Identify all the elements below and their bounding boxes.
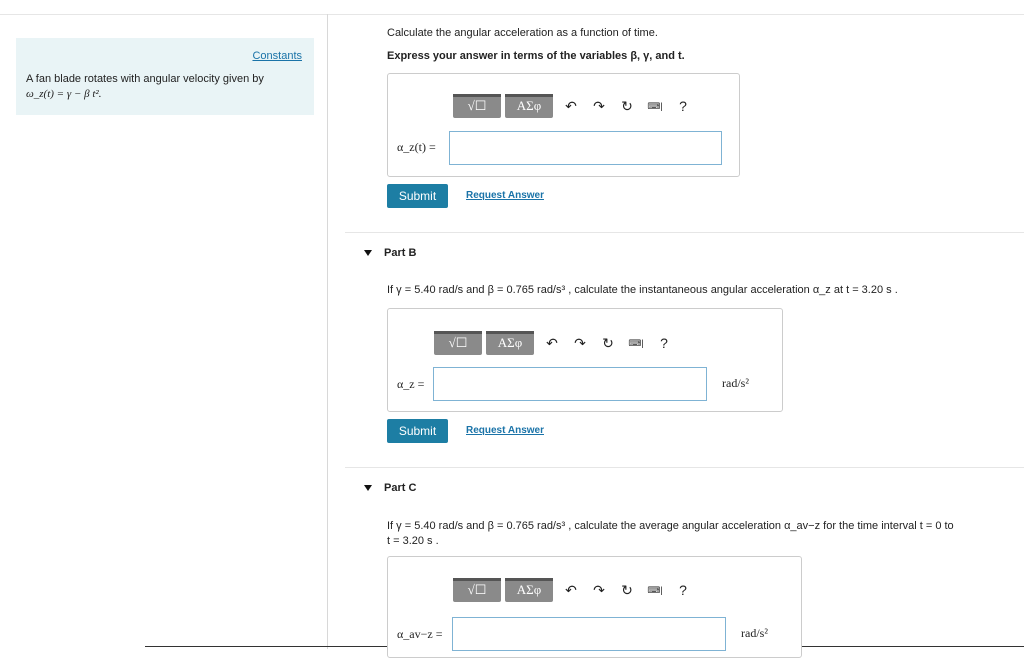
part-a-submit-button[interactable]: Submit [387,184,448,208]
constants-link[interactable]: Constants [252,50,302,62]
greek-label: ΑΣφ [516,582,542,597]
redo-icon[interactable]: ↷ [585,578,613,602]
part-a-answer-box: √☐ ΑΣφ ↶ ↷ ↻ ⌨| ? α_z(t) = [387,73,740,177]
part-a-input[interactable] [449,131,722,165]
part-a-toolbar: √☐ ΑΣφ ↶ ↷ ↻ ⌨| ? [453,94,697,118]
part-b-toolbar: √☐ ΑΣφ ↶ ↷ ↻ ⌨| ? [434,331,678,355]
collapse-triangle-icon [364,485,372,492]
help-label: ? [660,335,668,351]
greek-button[interactable]: ΑΣφ [505,94,553,118]
panel-divider [327,14,328,649]
part-c-input[interactable] [452,617,726,651]
keyboard-icon[interactable]: ⌨| [622,331,650,355]
greek-label: ΑΣφ [516,98,542,113]
part-a-instruction: Calculate the angular acceleration as a … [387,27,658,39]
problem-formula: ω_z(t) = γ − β t². [26,88,102,100]
keyboard-icon[interactable]: ⌨| [641,578,669,602]
problem-text: A fan blade rotates with angular velocit… [26,73,264,85]
part-b-submit-button[interactable]: Submit [387,419,448,443]
templates-label: √☐ [467,98,487,113]
part-b-input[interactable] [433,367,707,401]
undo-icon[interactable]: ↶ [557,578,585,602]
part-c-toolbar: √☐ ΑΣφ ↶ ↷ ↻ ⌨| ? [453,578,697,602]
part-c-question-line1: If γ = 5.40 rad/s and β = 0.765 rad/s³ ,… [387,520,954,532]
reset-icon[interactable]: ↻ [594,331,622,355]
templates-button[interactable]: √☐ [453,578,501,602]
part-c-header[interactable]: Part C [364,482,416,494]
problem-panel: Constants A fan blade rotates with angul… [16,38,314,115]
templates-label: √☐ [467,582,487,597]
help-icon[interactable]: ? [669,578,697,602]
reset-icon[interactable]: ↻ [613,578,641,602]
part-c-title: Part C [384,482,417,494]
redo-icon[interactable]: ↷ [566,331,594,355]
part-b-header-band [345,232,1024,273]
top-divider [0,14,1024,15]
templates-label: √☐ [448,335,468,350]
part-a-request-answer-link[interactable]: Request Answer [466,190,544,201]
greek-label: ΑΣφ [497,335,523,350]
help-icon[interactable]: ? [669,94,697,118]
keyboard-icon[interactable]: ⌨| [641,94,669,118]
part-c-unit: rad/s² [741,626,768,640]
greek-button[interactable]: ΑΣφ [486,331,534,355]
part-b-title: Part B [384,247,417,259]
reset-icon[interactable]: ↻ [613,94,641,118]
templates-button[interactable]: √☐ [434,331,482,355]
part-c-label: α_av−z = [397,627,443,641]
part-c-header-band [345,467,1024,508]
part-c-answer-box: √☐ ΑΣφ ↶ ↷ ↻ ⌨| ? α_av−z = rad/s² [387,556,802,658]
templates-button[interactable]: √☐ [453,94,501,118]
part-b-answer-box: √☐ ΑΣφ ↶ ↷ ↻ ⌨| ? α_z = rad/s² [387,308,783,412]
part-a-label: α_z(t) = [397,140,436,154]
help-icon[interactable]: ? [650,331,678,355]
problem-statement: A fan blade rotates with angular velocit… [26,72,264,102]
greek-button[interactable]: ΑΣφ [505,578,553,602]
part-b-label: α_z = [397,377,425,391]
undo-icon[interactable]: ↶ [538,331,566,355]
undo-icon[interactable]: ↶ [557,94,585,118]
part-c-question-line2: t = 3.20 s . [387,535,439,547]
part-b-question: If γ = 5.40 rad/s and β = 0.765 rad/s³ ,… [387,284,898,296]
redo-icon[interactable]: ↷ [585,94,613,118]
collapse-triangle-icon [364,250,372,257]
part-b-request-answer-link[interactable]: Request Answer [466,425,544,436]
help-label: ? [679,98,687,114]
part-b-unit: rad/s² [722,376,749,390]
part-b-header[interactable]: Part B [364,247,416,259]
help-label: ? [679,582,687,598]
part-a-express: Express your answer in terms of the vari… [387,50,685,62]
